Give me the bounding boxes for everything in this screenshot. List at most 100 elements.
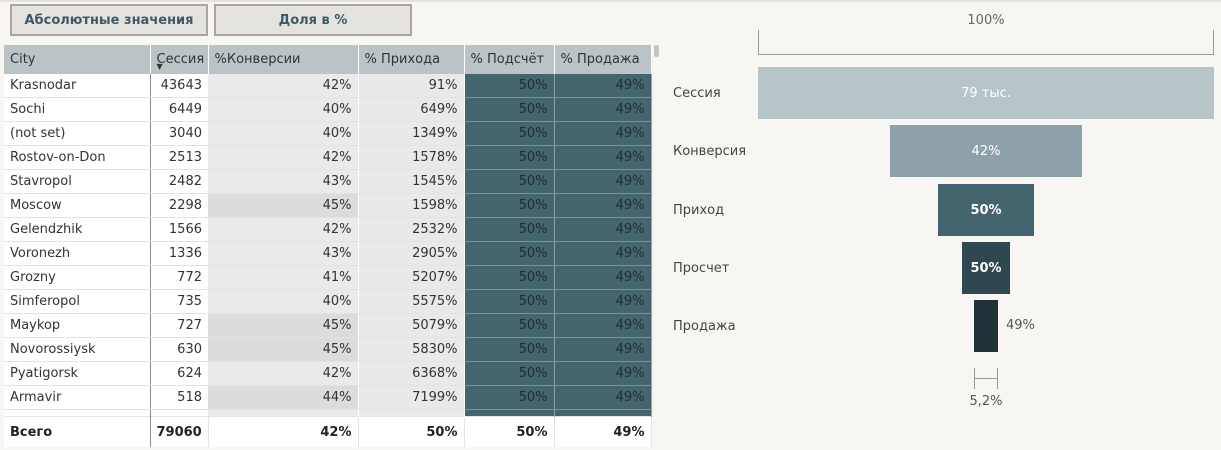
count-cell: 50% bbox=[464, 97, 555, 122]
city-cell: Grozny bbox=[4, 265, 151, 290]
city-cell: Stavropol bbox=[4, 169, 151, 194]
sale-cell: 49% bbox=[554, 241, 652, 266]
funnel-bar[interactable]: 50% bbox=[962, 242, 1010, 294]
header-sale[interactable]: % Продажа bbox=[554, 45, 652, 74]
count-cell: 50% bbox=[464, 385, 555, 410]
total-arrival: 50% bbox=[358, 416, 465, 447]
funnel-bar[interactable]: 42% bbox=[890, 125, 1082, 177]
total-count: 50% bbox=[464, 416, 555, 447]
arrival-cell: 5830% bbox=[358, 337, 465, 362]
conversion-cell: 42% bbox=[208, 145, 359, 170]
header-city[interactable]: City bbox=[4, 45, 151, 74]
filler-cell bbox=[150, 409, 208, 417]
sale-cell: 49% bbox=[554, 74, 652, 98]
table-row[interactable]: Simferopol 735 40% 5575% 50% 49% bbox=[4, 289, 652, 314]
arrival-cell: 1578% bbox=[358, 145, 465, 170]
sale-cell: 49% bbox=[554, 193, 652, 218]
sale-cell: 49% bbox=[554, 337, 652, 362]
count-cell: 50% bbox=[464, 337, 555, 362]
funnel-stage-label: Сессия bbox=[673, 86, 721, 101]
city-cell: Novorossiysk bbox=[4, 337, 151, 362]
arrival-cell: 649% bbox=[358, 97, 465, 122]
sale-cell: 49% bbox=[554, 217, 652, 242]
count-cell: 50% bbox=[464, 193, 555, 218]
funnel-stage-label: Конверсия bbox=[673, 144, 747, 159]
city-cell: Simferopol bbox=[4, 289, 151, 314]
table-row[interactable]: Stavropol 2482 43% 1545% 50% 49% bbox=[4, 169, 652, 194]
session-cell: 2513 bbox=[150, 145, 208, 170]
session-cell: 630 bbox=[150, 337, 208, 362]
conversion-cell: 43% bbox=[208, 241, 359, 266]
session-cell: 1336 bbox=[150, 241, 208, 266]
city-cell: Rostov-on-Don bbox=[4, 145, 151, 170]
funnel-bar[interactable] bbox=[974, 300, 998, 352]
city-cell: Voronezh bbox=[4, 241, 151, 266]
arrival-cell: 1349% bbox=[358, 121, 465, 146]
share-percent-button[interactable]: Доля в % bbox=[214, 4, 412, 36]
conversion-cell: 41% bbox=[208, 265, 359, 290]
conversion-cell: 44% bbox=[208, 385, 359, 410]
table-row[interactable]: (not set) 3040 40% 1349% 50% 49% bbox=[4, 121, 652, 146]
final-width-label: 5,2% bbox=[969, 394, 1003, 409]
sort-desc-icon[interactable]: ▼ bbox=[157, 63, 163, 71]
table-row[interactable]: Armavir 518 44% 7199% 50% 49% bbox=[4, 385, 652, 410]
count-cell: 50% bbox=[464, 145, 555, 170]
session-cell: 2482 bbox=[150, 169, 208, 194]
city-cell: Gelendzhik bbox=[4, 217, 151, 242]
session-cell: 1566 bbox=[150, 217, 208, 242]
absolute-values-button[interactable]: Абсолютные значения bbox=[10, 4, 208, 36]
funnel-bar[interactable]: 79 тыс. bbox=[758, 67, 1214, 119]
table-row[interactable]: Maykop 727 45% 5079% 50% 49% bbox=[4, 313, 652, 338]
top-divider bbox=[0, 0, 1221, 2]
city-cell: Krasnodar bbox=[4, 74, 151, 98]
conversion-cell: 40% bbox=[208, 97, 359, 122]
session-cell: 735 bbox=[150, 289, 208, 314]
filler-cell bbox=[554, 409, 652, 417]
total-session: 79060 bbox=[150, 416, 209, 447]
sale-cell: 49% bbox=[554, 97, 652, 122]
table-row[interactable]: Sochi 6449 40% 649% 50% 49% bbox=[4, 97, 652, 122]
funnel-scale-label: 100% bbox=[967, 13, 1005, 28]
table-row[interactable]: Voronezh 1336 43% 2905% 50% 49% bbox=[4, 241, 652, 266]
funnel-stage-label: Просчет bbox=[673, 261, 730, 276]
funnel-stage-label: Продажа bbox=[673, 319, 736, 334]
conversion-cell: 42% bbox=[208, 217, 359, 242]
arrival-cell: 1598% bbox=[358, 193, 465, 218]
arrival-cell: 7199% bbox=[358, 385, 465, 410]
session-cell: 518 bbox=[150, 385, 208, 410]
count-cell: 50% bbox=[464, 313, 555, 338]
sale-cell: 49% bbox=[554, 289, 652, 314]
header-session[interactable]: Сессия ▼ bbox=[150, 45, 209, 74]
city-cell: Sochi bbox=[4, 97, 151, 122]
table-row[interactable]: Moscow 2298 45% 1598% 50% 49% bbox=[4, 193, 652, 218]
arrival-cell: 5079% bbox=[358, 313, 465, 338]
table-row[interactable]: Krasnodar 43643 42% 91% 50% 49% bbox=[4, 74, 652, 98]
table-header-row: City Сессия ▼ %Конверсии % Прихода % Подс… bbox=[4, 45, 652, 74]
count-cell: 50% bbox=[464, 169, 555, 194]
funnel-bar[interactable]: 50% bbox=[938, 184, 1034, 236]
table-row[interactable]: Grozny 772 41% 5207% 50% 49% bbox=[4, 265, 652, 290]
session-cell: 3040 bbox=[150, 121, 208, 146]
city-cell: Maykop bbox=[4, 313, 151, 338]
city-cell: Armavir bbox=[4, 385, 151, 410]
header-conversion[interactable]: %Конверсии bbox=[208, 45, 359, 74]
total-sale: 49% bbox=[554, 416, 652, 447]
width-line bbox=[974, 378, 998, 379]
table-total-row: Всего 79060 42% 50% 50% 49% bbox=[4, 416, 652, 447]
arrival-cell: 5207% bbox=[358, 265, 465, 290]
conversion-cell: 40% bbox=[208, 121, 359, 146]
table-row[interactable]: Rostov-on-Don 2513 42% 1578% 50% 49% bbox=[4, 145, 652, 170]
count-cell: 50% bbox=[464, 121, 555, 146]
sale-cell: 49% bbox=[554, 265, 652, 290]
table-row[interactable]: Pyatigorsk 624 42% 6368% 50% 49% bbox=[4, 361, 652, 386]
width-tick-right bbox=[997, 368, 998, 389]
header-arrival[interactable]: % Прихода bbox=[358, 45, 465, 74]
header-count[interactable]: % Подсчёт bbox=[464, 45, 555, 74]
table-row[interactable]: Novorossiysk 630 45% 5830% 50% 49% bbox=[4, 337, 652, 362]
table-row[interactable]: Gelendzhik 1566 42% 2532% 50% 49% bbox=[4, 217, 652, 242]
sale-cell: 49% bbox=[554, 385, 652, 410]
session-cell: 6449 bbox=[150, 97, 208, 122]
conversion-cell: 43% bbox=[208, 169, 359, 194]
conversion-cell: 40% bbox=[208, 289, 359, 314]
table-scrollbar[interactable] bbox=[654, 45, 659, 57]
